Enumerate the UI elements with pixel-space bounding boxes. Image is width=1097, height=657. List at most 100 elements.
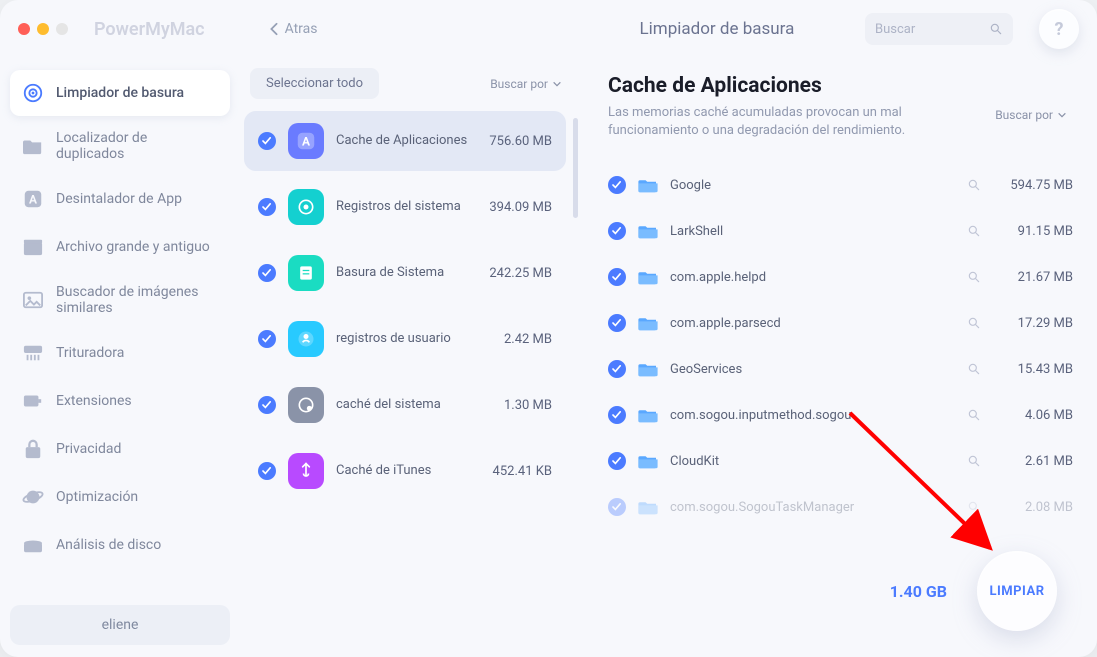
total-size: 1.40 GB (890, 582, 947, 601)
magnify-icon[interactable] (967, 408, 981, 422)
category-icon (288, 387, 324, 423)
checkbox-icon[interactable] (258, 330, 276, 348)
file-size: 594.75 MB (993, 178, 1073, 193)
checkbox-icon[interactable] (258, 396, 276, 414)
clean-button[interactable]: LIMPIAR (977, 551, 1057, 631)
file-row[interactable]: com.apple.helpd 21.67 MB (608, 254, 1073, 300)
file-size: 21.67 MB (993, 270, 1073, 285)
checkbox-icon[interactable] (608, 498, 626, 516)
svg-text:A: A (302, 135, 310, 149)
window-controls (18, 23, 68, 35)
checkbox-icon[interactable] (608, 452, 626, 470)
sidebar-item-privacy[interactable]: Privacidad (10, 426, 230, 472)
sidebar-item-extensions[interactable]: Extensiones (10, 378, 230, 424)
back-button[interactable]: Atras (269, 21, 318, 37)
detail-panel: Cache de Aplicaciones Las memorias caché… (580, 58, 1097, 657)
search-placeholder: Buscar (875, 22, 915, 37)
help-icon: ? (1055, 19, 1064, 40)
magnify-icon[interactable] (967, 270, 981, 284)
magnify-icon[interactable] (967, 178, 981, 192)
detail-title: Cache de Aplicaciones (608, 74, 1073, 98)
checkbox-icon[interactable] (608, 406, 626, 424)
file-row[interactable]: Google 594.75 MB (608, 162, 1073, 208)
checkbox-icon[interactable] (608, 360, 626, 378)
sidebar-item-label: Trituradora (56, 345, 124, 361)
file-row[interactable]: com.sogou.inputmethod.sogou 4.06 MB (608, 392, 1073, 438)
file-row[interactable]: CloudKit 2.61 MB (608, 438, 1073, 484)
file-row[interactable]: com.apple.parsecd 17.29 MB (608, 300, 1073, 346)
checkbox-icon[interactable] (608, 176, 626, 194)
magnify-icon[interactable] (967, 224, 981, 238)
folder-icon (638, 223, 658, 239)
shredder-icon (22, 342, 44, 364)
category-item[interactable]: Registros del sistema 394.09 MB (244, 177, 566, 237)
footer: 1.40 GB LIMPIAR (890, 551, 1057, 631)
scrollbar[interactable] (573, 118, 578, 218)
category-item[interactable]: caché del sistema 1.30 MB (244, 375, 566, 435)
user-account[interactable]: eliene (10, 605, 230, 645)
category-label: Caché de iTunes (336, 463, 431, 480)
sidebar-item-shredder[interactable]: Trituradora (10, 330, 230, 376)
category-panel: Seleccionar todo Buscar por A Cache de A… (240, 58, 580, 657)
file-row[interactable]: GeoServices 15.43 MB (608, 346, 1073, 392)
puzzle-icon (22, 390, 44, 412)
category-icon (288, 321, 324, 357)
maximize-icon[interactable] (56, 23, 68, 35)
category-label: caché del sistema (336, 397, 441, 414)
help-button[interactable]: ? (1039, 9, 1079, 49)
titlebar: PowerMyMac Atras Limpiador de basura Bus… (0, 0, 1097, 58)
magnify-icon[interactable] (967, 454, 981, 468)
file-name: com.sogou.SogouTaskManager (670, 500, 955, 515)
sidebar: Limpiador de basura Localizador de dupli… (0, 58, 240, 657)
select-all-button[interactable]: Seleccionar todo (250, 68, 379, 99)
magnify-icon[interactable] (967, 500, 981, 514)
sidebar-item-uninstaller[interactable]: A Desintalador de App (10, 176, 230, 222)
category-size: 1.30 MB (504, 398, 552, 413)
main-body: Limpiador de basura Localizador de dupli… (0, 58, 1097, 657)
file-size: 4.06 MB (993, 408, 1073, 423)
category-size: 242.25 MB (489, 266, 552, 281)
file-name: GeoServices (670, 362, 955, 377)
sidebar-item-disk-analysis[interactable]: Análisis de disco (10, 522, 230, 568)
folder-icon (638, 407, 658, 423)
category-sort-button[interactable]: Buscar por (490, 77, 562, 91)
chevron-left-icon (269, 22, 279, 36)
checkbox-icon[interactable] (608, 222, 626, 240)
checkbox-icon[interactable] (258, 462, 276, 480)
checkbox-icon[interactable] (608, 268, 626, 286)
app-name: PowerMyMac (94, 19, 205, 40)
sidebar-item-junk-cleaner[interactable]: Limpiador de basura (10, 70, 230, 116)
folder-icon (638, 177, 658, 193)
checkbox-icon[interactable] (258, 132, 276, 150)
file-name: LarkShell (670, 224, 955, 239)
search-input[interactable]: Buscar (865, 13, 1013, 45)
box-icon (22, 236, 44, 258)
sidebar-item-label: Extensiones (56, 393, 132, 409)
folder-icon (638, 499, 658, 515)
checkbox-icon[interactable] (608, 314, 626, 332)
sidebar-item-similar-images[interactable]: Buscador de imágenes similares (10, 272, 230, 328)
category-item[interactable]: registros de usuario 2.42 MB (244, 309, 566, 369)
magnify-icon[interactable] (967, 316, 981, 330)
category-label: Basura de Sistema (336, 265, 444, 282)
file-size: 91.15 MB (993, 224, 1073, 239)
category-item[interactable]: Caché de iTunes 452.41 KB (244, 441, 566, 501)
file-row[interactable]: LarkShell 91.15 MB (608, 208, 1073, 254)
detail-sort-button[interactable]: Buscar por (995, 108, 1067, 122)
file-row[interactable]: com.sogou.SogouTaskManager 2.08 MB (608, 484, 1073, 530)
minimize-icon[interactable] (37, 23, 49, 35)
folder-icon (638, 269, 658, 285)
sidebar-item-duplicate-finder[interactable]: Localizador de duplicados (10, 118, 230, 174)
sidebar-item-large-old[interactable]: Archivo grande y antiguo (10, 224, 230, 270)
sidebar-item-optimization[interactable]: Optimización (10, 474, 230, 520)
close-icon[interactable] (18, 23, 30, 35)
planet-icon (22, 486, 44, 508)
file-name: com.apple.parsecd (670, 316, 955, 331)
category-item[interactable]: Basura de Sistema 242.25 MB (244, 243, 566, 303)
sidebar-item-label: Análisis de disco (56, 537, 161, 553)
category-item[interactable]: A Cache de Aplicaciones 756.60 MB (244, 111, 566, 171)
category-list: A Cache de Aplicaciones 756.60 MB Regist… (240, 111, 572, 647)
checkbox-icon[interactable] (258, 198, 276, 216)
checkbox-icon[interactable] (258, 264, 276, 282)
magnify-icon[interactable] (967, 362, 981, 376)
